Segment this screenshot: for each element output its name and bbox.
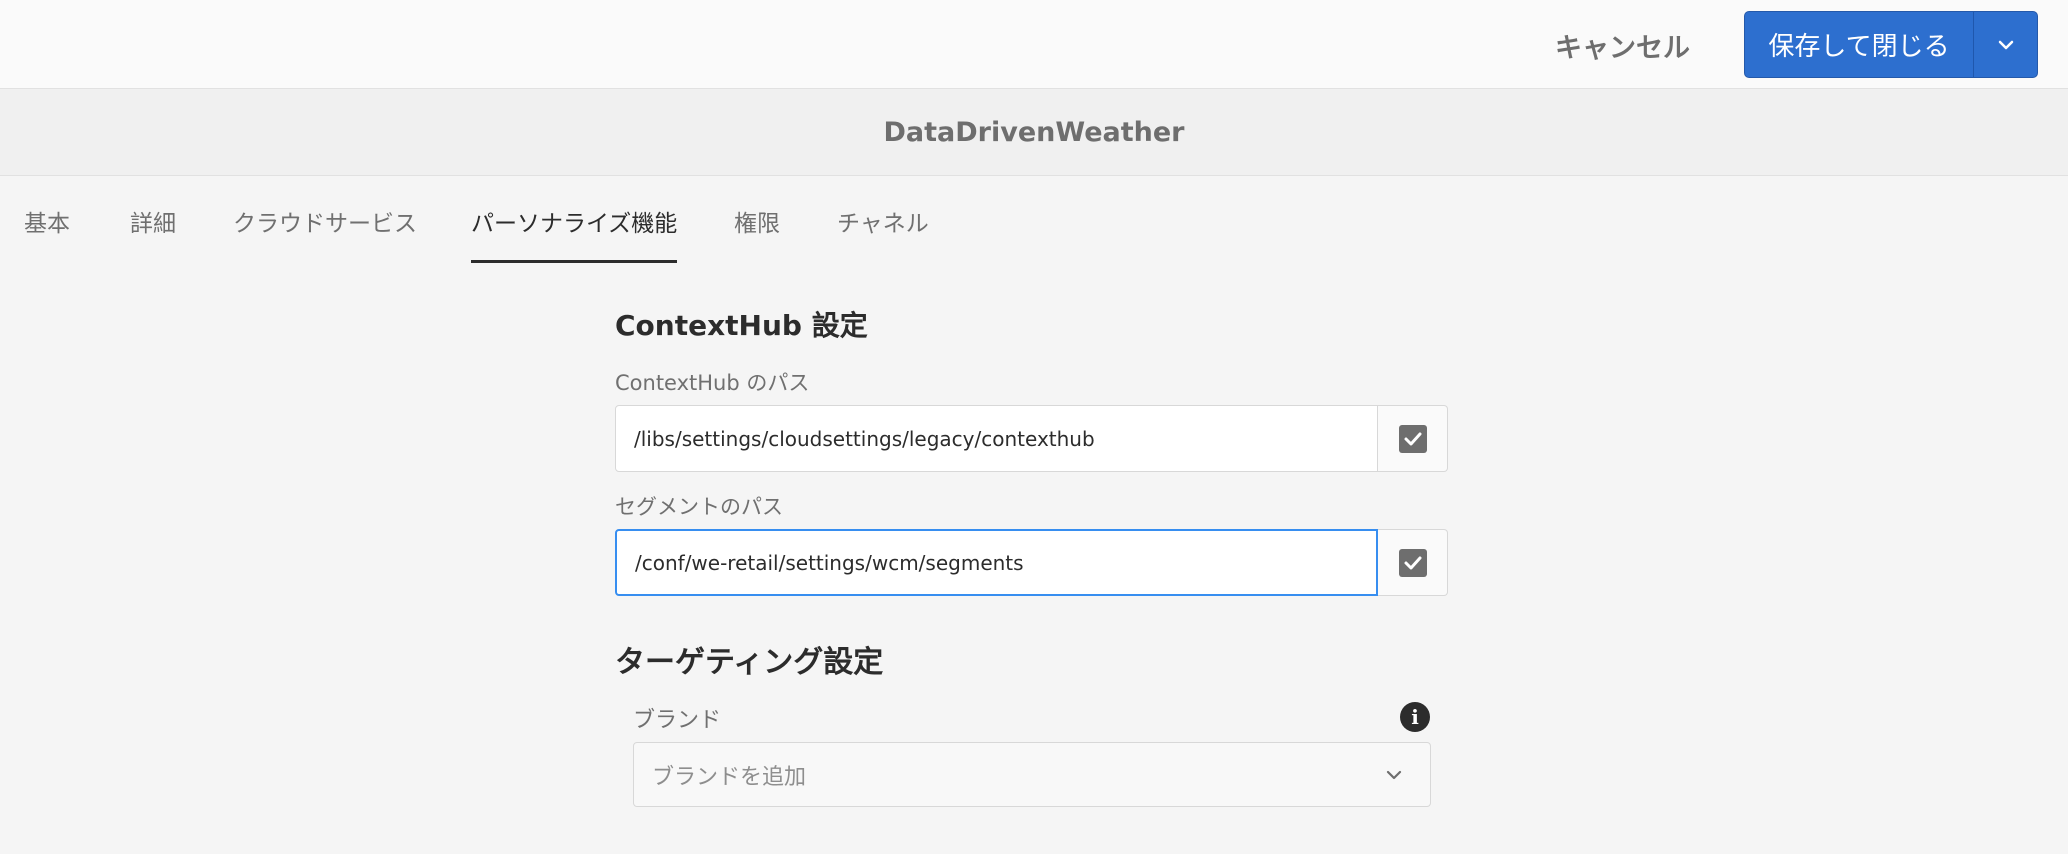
contexthub-path-label: ContextHub のパス [615, 371, 810, 395]
chevron-down-icon [1998, 40, 2013, 49]
save-and-close-button[interactable]: 保存して閉じる [1745, 12, 1974, 77]
tab-permissions[interactable]: 権限 [734, 204, 780, 238]
save-options-toggle[interactable] [1974, 12, 2037, 77]
page-title: DataDrivenWeather [883, 116, 1185, 148]
tab-list: 基本 詳細 クラウドサービス パーソナライズ機能 権限 チャネル [0, 176, 2068, 264]
action-bar: キャンセル 保存して閉じる [0, 0, 2068, 89]
targeting-section-title: ターゲティング設定 [615, 645, 884, 680]
checkbox-icon [1398, 424, 1427, 453]
save-button-group: 保存して閉じる [1744, 11, 2038, 78]
tab-personalization[interactable]: パーソナライズ機能 [471, 204, 677, 238]
contexthub-path-picker-button[interactable] [1378, 405, 1448, 472]
brand-select-placeholder: ブランドを追加 [652, 764, 807, 790]
info-icon[interactable]: i [1400, 702, 1430, 732]
tab-advanced[interactable]: 詳細 [130, 204, 176, 238]
segments-path-label: セグメントのパス [615, 495, 783, 519]
segments-path-picker-button[interactable] [1378, 529, 1448, 596]
contexthub-path-field [615, 405, 1448, 472]
contexthub-path-input[interactable] [615, 405, 1378, 472]
brand-label: ブランド [633, 708, 722, 733]
cancel-button[interactable]: キャンセル [1540, 20, 1705, 70]
contexthub-section-title: ContextHub 設定 [615, 309, 868, 342]
active-tab-indicator [471, 260, 677, 263]
tab-basic[interactable]: 基本 [24, 204, 70, 238]
segments-path-field [615, 529, 1448, 596]
checkbox-icon [1398, 548, 1427, 577]
brand-select[interactable]: ブランドを追加 [633, 742, 1431, 807]
title-bar: DataDrivenWeather [0, 89, 2068, 176]
chevron-down-icon [1386, 770, 1402, 780]
tab-channels[interactable]: チャネル [837, 204, 929, 238]
segments-path-input[interactable] [615, 529, 1378, 596]
tab-cloud-services[interactable]: クラウドサービス [233, 204, 417, 238]
